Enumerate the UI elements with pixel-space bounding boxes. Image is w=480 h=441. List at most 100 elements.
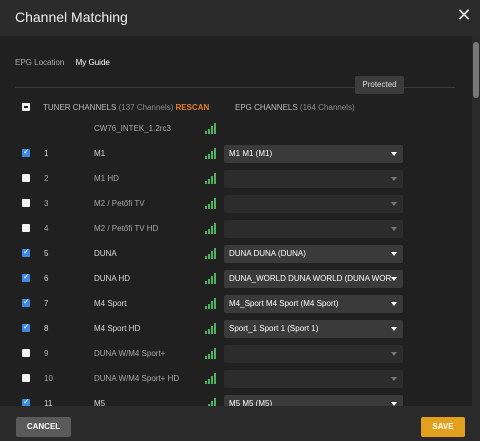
channel-number: 9	[44, 349, 49, 358]
chevron-down-icon	[391, 202, 397, 206]
signal-strength-icon	[205, 323, 217, 334]
channel-name: DUNA W/M4 Sport+ HD	[94, 374, 180, 383]
channel-number: 6	[44, 274, 49, 283]
channel-name: M2 / Petőfi TV	[94, 199, 145, 208]
channel-checkbox[interactable]	[22, 174, 30, 182]
protected-badge: Protected	[355, 76, 404, 94]
close-icon[interactable]: ✕	[456, 6, 472, 24]
signal-strength-icon	[205, 398, 217, 406]
channel-name: M1 HD	[94, 174, 119, 183]
chevron-down-icon	[391, 277, 397, 281]
epg-channel-select[interactable]	[224, 195, 403, 213]
cancel-button[interactable]: CANCEL	[16, 417, 71, 437]
tab-my-guide[interactable]: My Guide	[76, 58, 110, 67]
channel-row: 8 M4 Sport HD Sport_1 Sport 1 (Sport 1)	[0, 316, 472, 341]
save-button[interactable]: SAVE	[421, 417, 465, 437]
channel-row: 7 M4 Sport M4_Sport M4 Sport (M4 Sport)	[0, 291, 472, 316]
signal-strength-icon	[205, 373, 217, 384]
channel-checkbox[interactable]	[22, 349, 30, 357]
channel-number: 1	[44, 149, 49, 158]
signal-strength-icon	[205, 223, 217, 234]
tab-epg-location[interactable]: EPG Location	[15, 58, 64, 67]
epg-channel-select[interactable]	[224, 170, 403, 188]
chevron-down-icon	[391, 377, 397, 381]
channel-row: 3 M2 / Petőfi TV	[0, 191, 472, 216]
tuner-channels-header: TUNER CHANNELS (137 Channels) RESCAN	[43, 103, 209, 112]
channel-row: 4 M2 / Petőfi TV HD	[0, 216, 472, 241]
epg-channel-value: M5 M5 (M5)	[229, 399, 273, 406]
dialog-content: EPG Location My Guide TUNER CHANNELS (13…	[0, 36, 472, 406]
channel-checkbox[interactable]	[22, 397, 30, 406]
epg-channel-value: DUNA DUNA (DUNA)	[229, 249, 306, 258]
channel-checkbox[interactable]	[22, 272, 30, 282]
channel-checkbox[interactable]	[22, 224, 30, 232]
epg-channel-select[interactable]: M4_Sport M4 Sport (M4 Sport)	[224, 295, 403, 313]
epg-channels-header: EPG CHANNELS (164 Channels)	[235, 103, 355, 112]
channel-checkbox[interactable]	[22, 322, 30, 332]
select-all-checkbox[interactable]	[22, 103, 30, 111]
epg-channel-select[interactable]	[224, 370, 403, 388]
dialog-title: Channel Matching	[15, 9, 128, 25]
channel-checkbox[interactable]	[22, 297, 30, 307]
channel-name: DUNA W/M4 Sport+	[94, 349, 166, 358]
epg-channel-select[interactable]: DUNA DUNA (DUNA)	[224, 245, 403, 263]
tab-bar: EPG Location My Guide	[15, 58, 119, 67]
scrollbar-thumb[interactable]	[473, 42, 479, 98]
chevron-down-icon	[391, 302, 397, 306]
scrollbar[interactable]	[472, 36, 480, 406]
channel-row: CW76_INTEK_1.2rc3	[0, 116, 472, 141]
epg-channels-count: (164 Channels)	[299, 103, 355, 112]
channel-name: DUNA HD	[94, 274, 131, 283]
channel-name: M1	[94, 149, 106, 158]
channel-row: 9 DUNA W/M4 Sport+	[0, 341, 472, 366]
channel-number: 8	[44, 324, 49, 333]
channel-name: M5	[94, 399, 106, 406]
signal-strength-icon	[205, 348, 217, 359]
channel-name: M4 Sport HD	[94, 324, 141, 333]
epg-channel-value: Sport_1 Sport 1 (Sport 1)	[229, 324, 319, 333]
epg-channel-select[interactable]: M5 M5 (M5)	[224, 395, 403, 406]
chevron-down-icon	[391, 177, 397, 181]
column-header: TUNER CHANNELS (137 Channels) RESCAN EPG…	[0, 101, 472, 115]
channel-number: 5	[44, 249, 49, 258]
channel-checkbox[interactable]	[22, 374, 30, 382]
tuner-channels-title: TUNER CHANNELS	[43, 103, 117, 112]
channel-name: M2 / Petőfi TV HD	[94, 224, 159, 233]
chevron-down-icon	[391, 152, 397, 156]
signal-strength-icon	[205, 123, 217, 134]
dialog-header: Channel Matching ✕	[0, 0, 480, 36]
signal-strength-icon	[205, 248, 217, 259]
epg-channel-select[interactable]: M1 M1 (M1)	[224, 145, 403, 163]
epg-channel-select[interactable]	[224, 220, 403, 238]
chevron-down-icon	[391, 352, 397, 356]
channel-checkbox[interactable]	[22, 147, 30, 157]
epg-channel-value: M1 M1 (M1)	[229, 149, 273, 158]
epg-channel-select[interactable]	[224, 345, 403, 363]
epg-channels-title: EPG CHANNELS	[235, 103, 298, 112]
channel-name: M4 Sport	[94, 299, 127, 308]
signal-strength-icon	[205, 148, 217, 159]
epg-channel-select[interactable]: Sport_1 Sport 1 (Sport 1)	[224, 320, 403, 338]
channel-number: 3	[44, 199, 49, 208]
channel-row: 2 M1 HD	[0, 166, 472, 191]
channel-name: CW76_INTEK_1.2rc3	[94, 124, 171, 133]
epg-channel-select[interactable]: DUNA_WORLD DUNA WORLD (DUNA WORLD)	[224, 270, 403, 288]
channel-checkbox[interactable]	[22, 247, 30, 257]
channel-row: 6 DUNA HD DUNA_WORLD DUNA WORLD (DUNA WORL…	[0, 266, 472, 291]
channel-row: 5 DUNA DUNA DUNA (DUNA)	[0, 241, 472, 266]
channel-number: 10	[44, 374, 53, 383]
chevron-down-icon	[391, 252, 397, 256]
channel-number: 4	[44, 224, 49, 233]
channel-row: 1 M1 M1 M1 (M1)	[0, 141, 472, 166]
channel-number: 2	[44, 174, 49, 183]
channel-checkbox[interactable]	[22, 199, 30, 207]
channel-row: 11 M5 M5 M5 (M5)	[0, 391, 472, 406]
chevron-down-icon	[391, 227, 397, 231]
dialog-footer: CANCEL SAVE	[0, 406, 480, 441]
tuner-channels-count: (137 Channels)	[118, 103, 174, 112]
rescan-button[interactable]: RESCAN	[176, 103, 210, 112]
channel-number: 7	[44, 299, 49, 308]
channel-name: DUNA	[94, 249, 117, 258]
signal-strength-icon	[205, 273, 217, 284]
signal-strength-icon	[205, 298, 217, 309]
